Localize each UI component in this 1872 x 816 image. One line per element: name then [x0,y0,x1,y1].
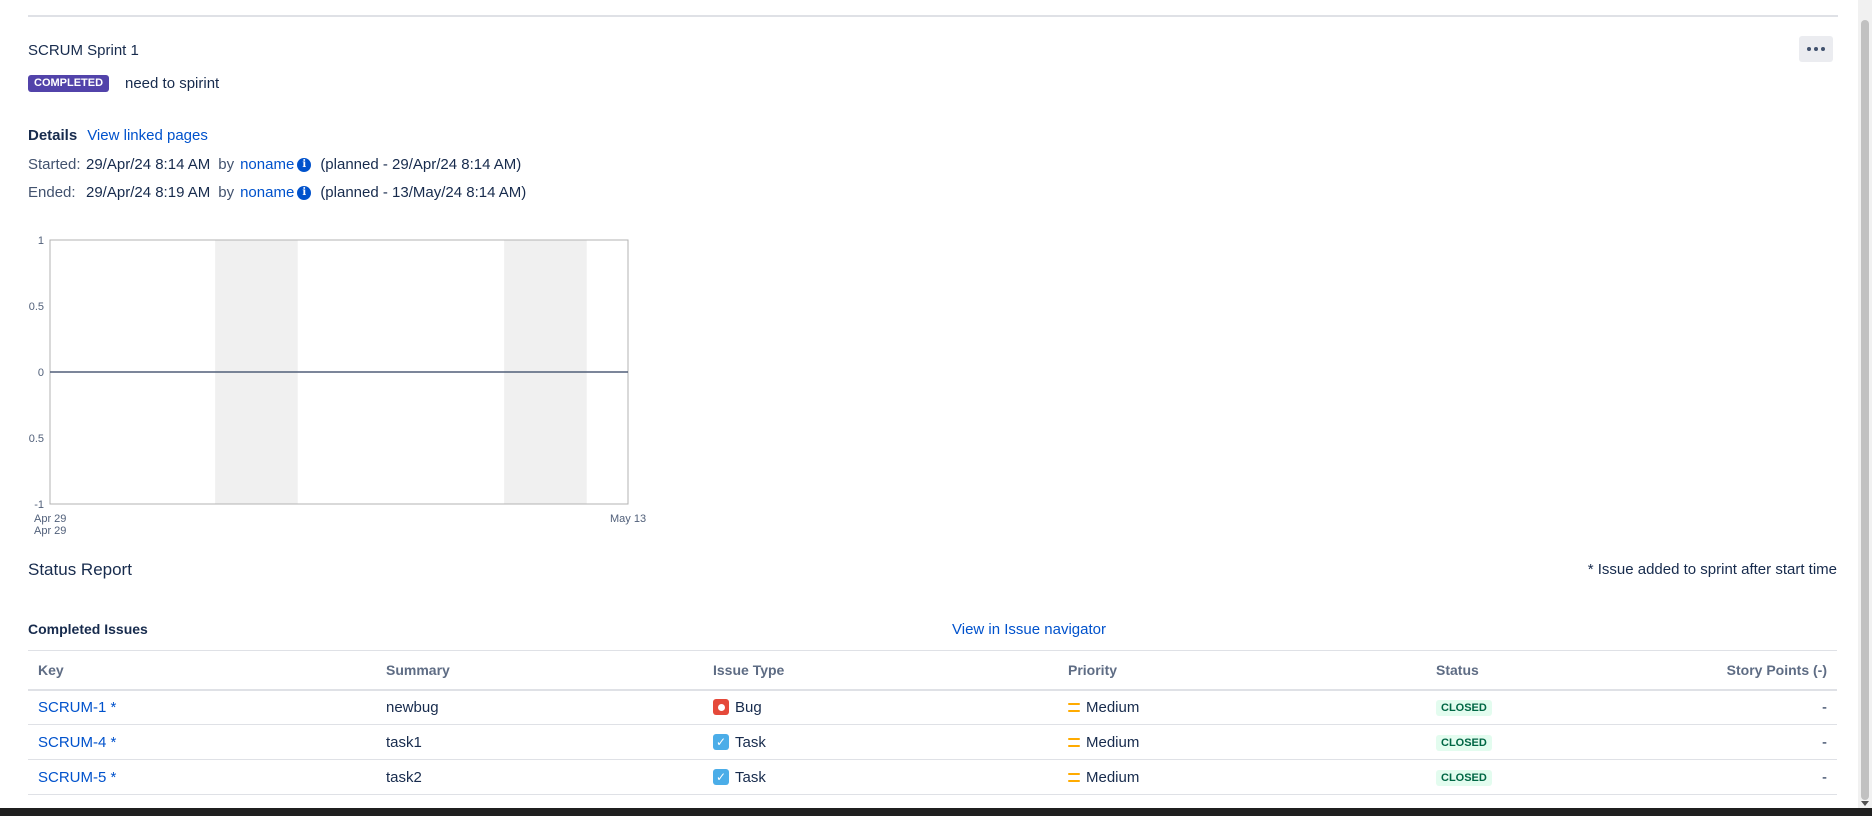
issue-summary: task1 [376,724,703,760]
ended-date: 29/Apr/24 8:19 AM [86,184,211,201]
status-lozenge: CLOSED [1436,735,1492,751]
y-tick-label: 1 [38,235,44,247]
issue-summary: task2 [376,759,703,795]
sprint-goal: need to spirint [125,75,220,92]
ended-user-link[interactable]: noname [240,184,294,201]
status-lozenge: CLOSED [1436,770,1492,786]
top-divider [28,15,1838,17]
table-row[interactable]: SCRUM-4 * task1 ✓ Task Medium CLOSED - [28,724,1837,760]
priority-label: Medium [1086,768,1140,786]
issue-key-link[interactable]: SCRUM-1 * [38,699,116,716]
sprint-chart: 1 0.5 0 0.5 -1 Apr 29 May 13 Apr 29 [29,235,646,537]
table-row[interactable]: SCRUM-5 * task2 ✓ Task Medium CLOSED - [28,759,1837,795]
issue-type-label: Bug [735,698,762,716]
issue-key-link[interactable]: SCRUM-4 * [38,734,116,751]
bug-icon [713,699,729,716]
task-icon: ✓ [713,769,729,785]
y-tick-label: -1 [34,499,44,511]
started-row: Started: 29/Apr/24 8:14 AM by noname i (… [28,156,521,173]
bottom-bar [0,808,1872,816]
issue-summary: newbug [376,689,703,725]
column-header-issue-type[interactable]: Issue Type [703,650,1058,691]
table-header-row: Key Summary Issue Type Priority Status S… [28,650,1837,691]
priority-label: Medium [1086,698,1140,716]
more-actions-button[interactable] [1799,36,1833,62]
column-header-story-points[interactable]: Story Points (-) [1626,650,1837,691]
issue-type-label: Task [735,733,766,751]
info-icon[interactable]: i [297,157,312,172]
info-icon[interactable]: i [297,185,312,200]
column-header-status[interactable]: Status [1426,650,1626,691]
ended-by: by [218,184,235,201]
story-points: - [1626,689,1837,725]
y-tick-label: 0.5 [29,433,44,445]
started-by: by [218,156,235,173]
ended-label: Ended: [28,184,76,201]
sprint-name: SCRUM Sprint 1 [28,42,139,59]
priority-medium-icon [1068,702,1080,712]
view-in-issue-navigator-link[interactable]: View in Issue navigator [952,621,1106,638]
table-row[interactable]: SCRUM-1 * newbug Bug Medium CLOSED - [28,689,1837,725]
column-header-summary[interactable]: Summary [376,650,703,691]
ended-row: Ended: 29/Apr/24 8:19 AM by noname i (pl… [28,184,526,201]
started-planned: (planned - 29/Apr/24 8:14 AM) [320,156,522,173]
priority-label: Medium [1086,733,1140,751]
more-icon [1807,47,1825,51]
story-points: - [1626,724,1837,760]
details-header: Details View linked pages [28,127,208,144]
started-date: 29/Apr/24 8:14 AM [86,156,211,173]
column-header-key[interactable]: Key [28,650,376,691]
issue-type-label: Task [735,768,766,786]
priority-medium-icon [1068,737,1080,747]
issue-key-link[interactable]: SCRUM-5 * [38,769,116,786]
sprint-status-badge: COMPLETED [28,75,110,92]
started-label: Started: [28,156,81,173]
status-lozenge: CLOSED [1436,700,1492,717]
completed-issues-table: Key Summary Issue Type Priority Status S… [28,650,1837,795]
x-tick-label: May 13 [610,513,646,525]
scrollbar-thumb[interactable] [1861,20,1869,800]
x-sublabel: Apr 29 [34,525,66,537]
x-tick-label: Apr 29 [34,513,66,525]
column-header-priority[interactable]: Priority [1058,650,1426,691]
ended-planned: (planned - 13/May/24 8:14 AM) [320,184,527,201]
started-user-link[interactable]: noname [240,156,294,173]
y-tick-label: 0.5 [29,301,44,313]
added-after-start-note: * Issue added to sprint after start time [1587,561,1837,578]
completed-issues-title: Completed Issues [28,621,148,637]
task-icon: ✓ [713,734,729,750]
y-tick-label: 0 [38,367,44,379]
vertical-scrollbar[interactable] [1858,0,1872,808]
priority-medium-icon [1068,772,1080,782]
scroll-down-arrow-icon[interactable] [1861,801,1869,806]
status-report-title: Status Report [28,560,132,579]
story-points: - [1626,759,1837,795]
details-label: Details [28,127,78,144]
view-linked-pages-link[interactable]: View linked pages [87,127,208,144]
